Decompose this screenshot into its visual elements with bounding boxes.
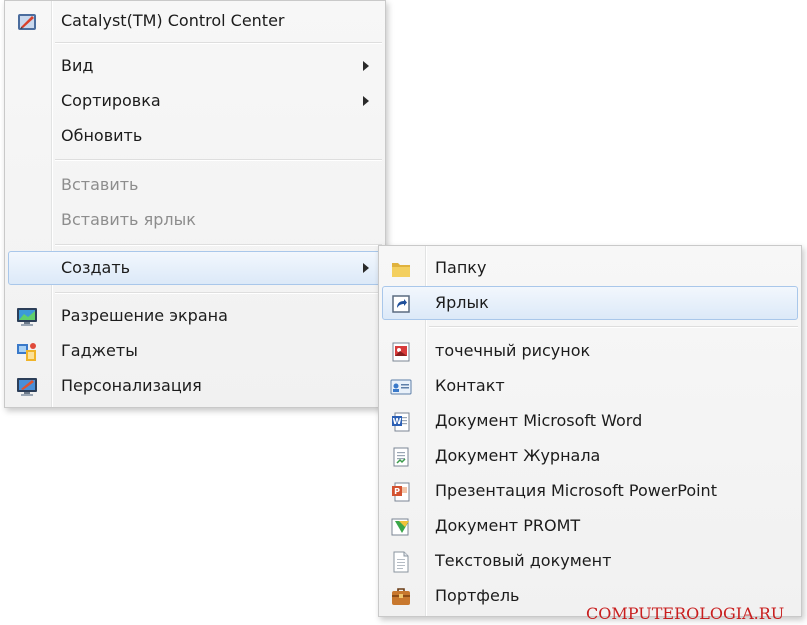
menu-item-refresh[interactable]: Обновить <box>8 119 382 153</box>
shortcut-icon <box>390 294 412 314</box>
menu-item-screen-resolution[interactable]: Разрешение экрана <box>8 299 382 333</box>
menu-separator <box>55 292 382 294</box>
word-icon: W <box>390 412 412 432</box>
new-submenu: Папку Ярлык точечный рисунок Контакт W Д… <box>378 245 802 617</box>
menu-separator <box>429 326 798 328</box>
menu-item-new[interactable]: Создать <box>8 251 382 285</box>
menu-item-label: Текстовый документ <box>435 551 612 570</box>
catalyst-icon <box>16 12 38 32</box>
menu-item-label: Персонализация <box>61 376 202 395</box>
menu-item-view[interactable]: Вид <box>8 49 382 83</box>
svg-text:P: P <box>394 487 400 496</box>
menu-item-label: Вид <box>61 56 94 75</box>
submenu-item-shortcut[interactable]: Ярлык <box>382 286 798 320</box>
briefcase-icon <box>390 587 412 607</box>
submenu-item-contact[interactable]: Контакт <box>382 369 798 403</box>
personalize-icon <box>16 377 38 397</box>
menu-item-label: Папку <box>435 258 487 277</box>
submenu-item-journal-document[interactable]: Документ Журнала <box>382 439 798 473</box>
submenu-item-text-document[interactable]: Текстовый документ <box>382 544 798 578</box>
menu-item-sort[interactable]: Сортировка <box>8 84 382 118</box>
menu-item-label: Вставить <box>61 175 139 194</box>
menu-item-paste: Вставить <box>8 168 382 202</box>
menu-item-label: Презентация Microsoft PowerPoint <box>435 481 717 500</box>
menu-item-personalize[interactable]: Персонализация <box>8 369 382 403</box>
submenu-item-powerpoint-presentation[interactable]: P Презентация Microsoft PowerPoint <box>382 474 798 508</box>
menu-separator <box>55 244 382 246</box>
menu-item-catalyst-control-center[interactable]: Catalyst(TM) Control Center <box>8 4 382 38</box>
journal-icon <box>390 447 412 467</box>
menu-item-label: Разрешение экрана <box>61 306 228 325</box>
menu-item-label: Вставить ярлык <box>61 210 196 229</box>
submenu-arrow-icon <box>363 61 369 71</box>
submenu-item-word-document[interactable]: W Документ Microsoft Word <box>382 404 798 438</box>
display-icon <box>16 307 38 327</box>
menu-item-label: Портфель <box>435 586 520 605</box>
submenu-item-folder[interactable]: Папку <box>382 251 798 285</box>
submenu-item-bitmap[interactable]: точечный рисунок <box>382 334 798 368</box>
promt-icon <box>390 517 412 537</box>
menu-item-label: Контакт <box>435 376 505 395</box>
menu-item-paste-shortcut: Вставить ярлык <box>8 203 382 237</box>
menu-item-label: Гаджеты <box>61 341 138 360</box>
menu-item-label: Документ Журнала <box>435 446 601 465</box>
text-document-icon <box>390 551 412 573</box>
powerpoint-icon: P <box>390 482 412 502</box>
folder-icon <box>390 259 412 279</box>
svg-text:W: W <box>393 417 402 426</box>
menu-item-label: точечный рисунок <box>435 341 591 360</box>
watermark: COMPUTEROLOGIA.RU <box>586 604 785 623</box>
menu-item-gadgets[interactable]: Гаджеты <box>8 334 382 368</box>
menu-separator <box>55 159 382 161</box>
menu-item-label: Сортировка <box>61 91 161 110</box>
submenu-arrow-icon <box>363 263 369 273</box>
submenu-arrow-icon <box>363 96 369 106</box>
menu-item-label: Создать <box>61 258 131 277</box>
bitmap-icon <box>390 342 412 362</box>
menu-item-label: Документ Microsoft Word <box>435 411 643 430</box>
desktop-context-menu: Catalyst(TM) Control Center Вид Сортиров… <box>4 0 386 408</box>
menu-item-label: Обновить <box>61 126 143 145</box>
gadgets-icon <box>16 342 38 362</box>
menu-item-label: Catalyst(TM) Control Center <box>61 11 285 30</box>
menu-separator <box>55 42 382 44</box>
menu-item-label: Документ PROMT <box>435 516 581 535</box>
menu-item-label: Ярлык <box>435 293 489 312</box>
submenu-item-promt-document[interactable]: Документ PROMT <box>382 509 798 543</box>
contact-icon <box>390 377 412 397</box>
